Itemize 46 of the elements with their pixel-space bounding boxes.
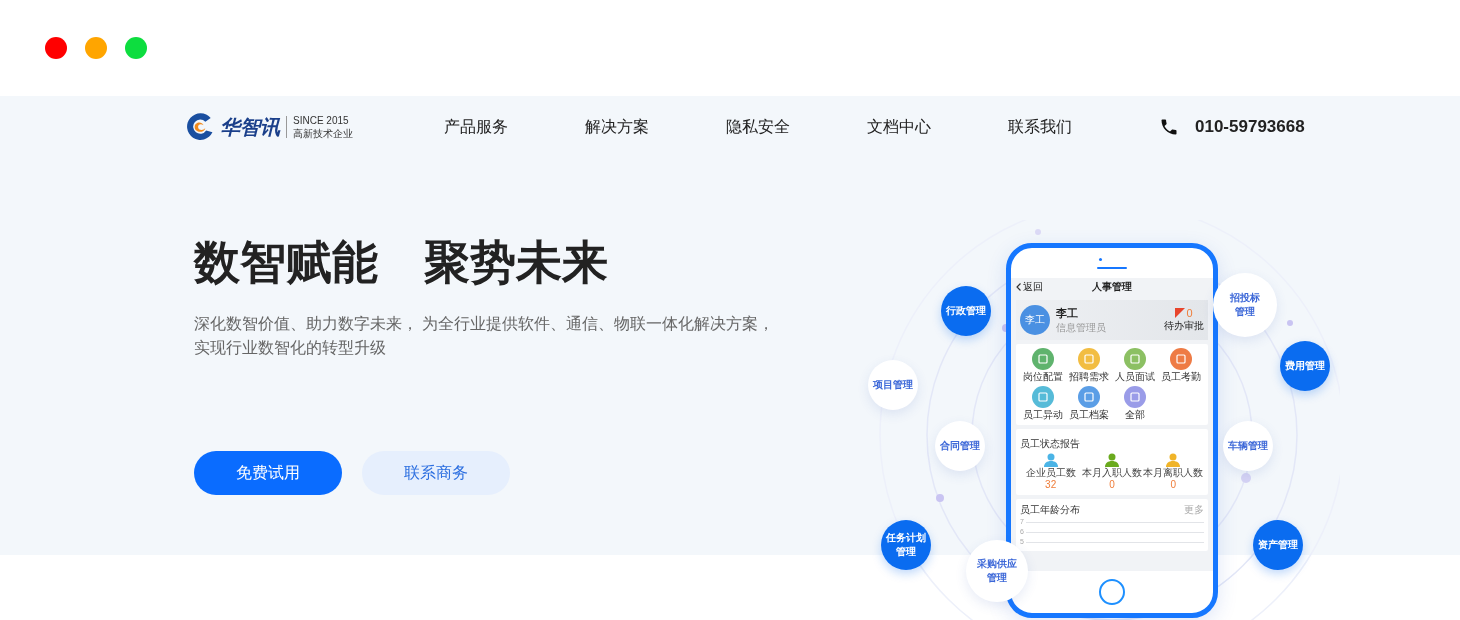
module-label[interactable]: 员工考勤 xyxy=(1161,371,1201,383)
module-label[interactable]: 招聘需求 xyxy=(1069,371,1109,383)
window-control-dot[interactable] xyxy=(125,37,147,59)
phone-icon xyxy=(1159,117,1179,137)
stat-label: 本月入职人数 xyxy=(1082,467,1142,479)
stat-value: 0 xyxy=(1170,479,1177,491)
card-title: 员工状态报告 xyxy=(1020,438,1080,449)
window-control-dot[interactable] xyxy=(45,37,67,59)
cta-button[interactable]: 联系商务 xyxy=(362,451,510,495)
stat-label: 本月离职人数 xyxy=(1143,467,1204,479)
module-label[interactable]: 员工异动 xyxy=(1023,409,1063,421)
stat-value: 32 xyxy=(1045,479,1057,491)
flag-icon xyxy=(1175,308,1186,318)
module-icon[interactable] xyxy=(1078,386,1100,408)
camera-icon xyxy=(1099,258,1102,261)
module-icon[interactable] xyxy=(1124,348,1146,370)
pending-count: 0 xyxy=(1186,307,1193,319)
tagline: 高新技术企业 xyxy=(293,127,353,140)
chevron-left-icon[interactable] xyxy=(1016,283,1021,291)
user-name: 李工 xyxy=(1056,305,1079,321)
since-text: SINCE 2015 xyxy=(293,114,350,127)
stat-value: 0 xyxy=(1109,479,1115,491)
hero-subtitle: 深化数智价值、助力数字未来， 为全行业提供软件、通信、物联一体化解决方案， 实现行业数智化的转型升级 xyxy=(194,314,775,358)
phone-number[interactable]: 010-59793668 xyxy=(1195,117,1305,137)
module-icon[interactable] xyxy=(1124,386,1146,408)
module-label[interactable]: 全部 xyxy=(1125,409,1145,421)
avatar: 李工 xyxy=(1020,305,1050,335)
stat-label: 企业员工数 xyxy=(1025,467,1076,479)
module-label[interactable]: 人员面试 xyxy=(1115,371,1155,383)
pending-label: 待办审批 xyxy=(1164,319,1204,333)
module-icon[interactable] xyxy=(1032,348,1054,370)
module-label[interactable]: 岗位配置 xyxy=(1023,371,1063,383)
cta-button[interactable]: 免费试用 xyxy=(194,451,342,495)
back-link[interactable]: 返回 xyxy=(1023,280,1043,294)
brand-name: 华智讯 xyxy=(220,114,280,140)
user-role: 信息管理员 xyxy=(1056,320,1106,335)
module-icon[interactable] xyxy=(1032,386,1054,408)
window-control-dot[interactable] xyxy=(85,37,107,59)
screen-title: 人事管理 xyxy=(1092,280,1132,294)
home-button[interactable] xyxy=(1099,579,1125,605)
module-label[interactable]: 员工档案 xyxy=(1069,409,1109,421)
module-icon[interactable] xyxy=(1170,348,1192,370)
card-title: 员工年龄分布 xyxy=(1020,503,1080,517)
hero-title: 数智赋能 xyxy=(194,235,378,290)
hero-title: 聚势未来 xyxy=(424,235,608,290)
module-icon[interactable] xyxy=(1078,348,1100,370)
